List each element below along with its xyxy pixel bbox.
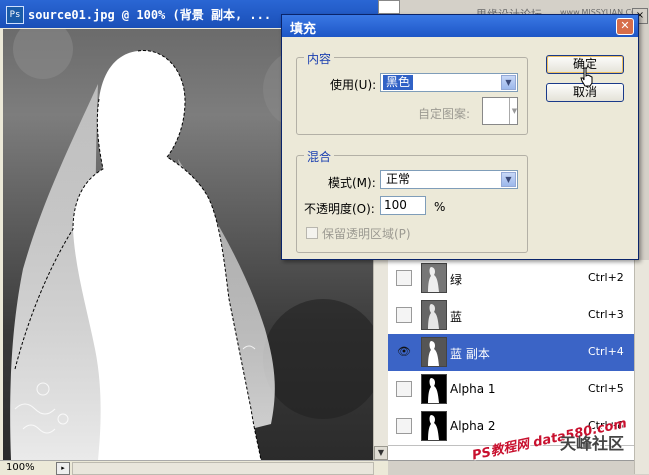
channels-bottom-toolbar	[388, 460, 634, 475]
mode-select-value: 正常	[386, 172, 411, 186]
channel-shortcut: Ctrl+2	[588, 271, 624, 284]
visibility-toggle[interactable]	[396, 418, 412, 434]
watermark-logo: 天峰社区	[560, 434, 625, 453]
channel-row-blue-copy[interactable]: 👁 蓝 副本 Ctrl+4	[388, 334, 634, 372]
mode-label: 模式(M):	[328, 176, 376, 190]
status-menu-icon[interactable]: ▸	[56, 462, 70, 475]
chevron-down-icon[interactable]: ▼	[501, 172, 516, 187]
contents-group-title: 内容	[304, 50, 335, 67]
opacity-label: 不透明度(O):	[304, 202, 375, 216]
dialog-titlebar[interactable]: 填充 ✕	[282, 15, 638, 37]
custom-pattern-label: 自定图案:	[418, 107, 471, 121]
channel-thumbnail	[421, 337, 447, 367]
channel-thumbnail	[421, 263, 447, 293]
dialog-title: 填充	[290, 22, 317, 37]
channel-row-alpha-1[interactable]: Alpha 1 Ctrl+5	[388, 371, 634, 409]
channel-row-green[interactable]: 绿 Ctrl+2	[388, 260, 634, 298]
channel-shortcut: Ctrl+3	[588, 308, 624, 321]
use-label: 使用(U):	[330, 78, 377, 92]
opacity-unit: %	[434, 200, 446, 214]
channel-shortcut: Ctrl+5	[588, 382, 624, 395]
chevron-down-icon[interactable]: ▼	[509, 98, 519, 124]
document-title: source01.jpg @ 100% (背景 副本, ...	[28, 8, 272, 22]
visibility-toggle[interactable]	[396, 307, 412, 323]
canvas-horizontal-scrollbar[interactable]	[72, 462, 374, 475]
channel-name: Alpha 2	[450, 419, 496, 433]
channel-name: 蓝 副本	[450, 347, 490, 361]
photoshop-icon: Ps	[6, 6, 24, 24]
chevron-down-icon[interactable]: ▼	[501, 75, 516, 90]
close-icon[interactable]: ✕	[616, 18, 634, 35]
channel-thumbnail	[421, 300, 447, 330]
zoom-level[interactable]: 100%	[6, 462, 35, 473]
eye-icon[interactable]: 👁	[396, 346, 412, 358]
fill-dialog: 填充 ✕ 内容 使用(U): 黑色 ▼ 自定图案: ▼ 混合 模式(M): 正常…	[281, 14, 639, 260]
scroll-down-icon[interactable]: ▼	[374, 446, 388, 460]
channel-row-blue[interactable]: 蓝 Ctrl+3	[388, 297, 634, 335]
channel-name: 蓝	[450, 310, 463, 324]
visibility-toggle[interactable]	[396, 270, 412, 286]
preserve-transparency-checkbox[interactable]	[306, 227, 318, 239]
hand-cursor-icon	[580, 67, 593, 87]
channel-name: 绿	[450, 273, 463, 287]
channel-thumbnail	[421, 374, 447, 404]
use-select-value: 黑色	[383, 75, 414, 90]
channel-thumbnail	[421, 411, 447, 441]
use-select[interactable]: 黑色 ▼	[380, 73, 518, 92]
blending-group-title: 混合	[304, 148, 335, 165]
mode-select[interactable]: 正常 ▼	[380, 170, 518, 189]
channel-shortcut: Ctrl+4	[588, 345, 624, 358]
custom-pattern-picker[interactable]: ▼	[482, 97, 518, 125]
document-status-bar: 100% ▸	[0, 460, 388, 475]
channel-name: Alpha 1	[450, 382, 496, 396]
preserve-transparency-label: 保留透明区域(P)	[322, 227, 411, 241]
channels-scrollbar[interactable]	[634, 260, 649, 474]
opacity-input[interactable]: 100	[380, 196, 426, 215]
visibility-toggle[interactable]	[396, 381, 412, 397]
palette-swatch[interactable]	[378, 0, 400, 14]
